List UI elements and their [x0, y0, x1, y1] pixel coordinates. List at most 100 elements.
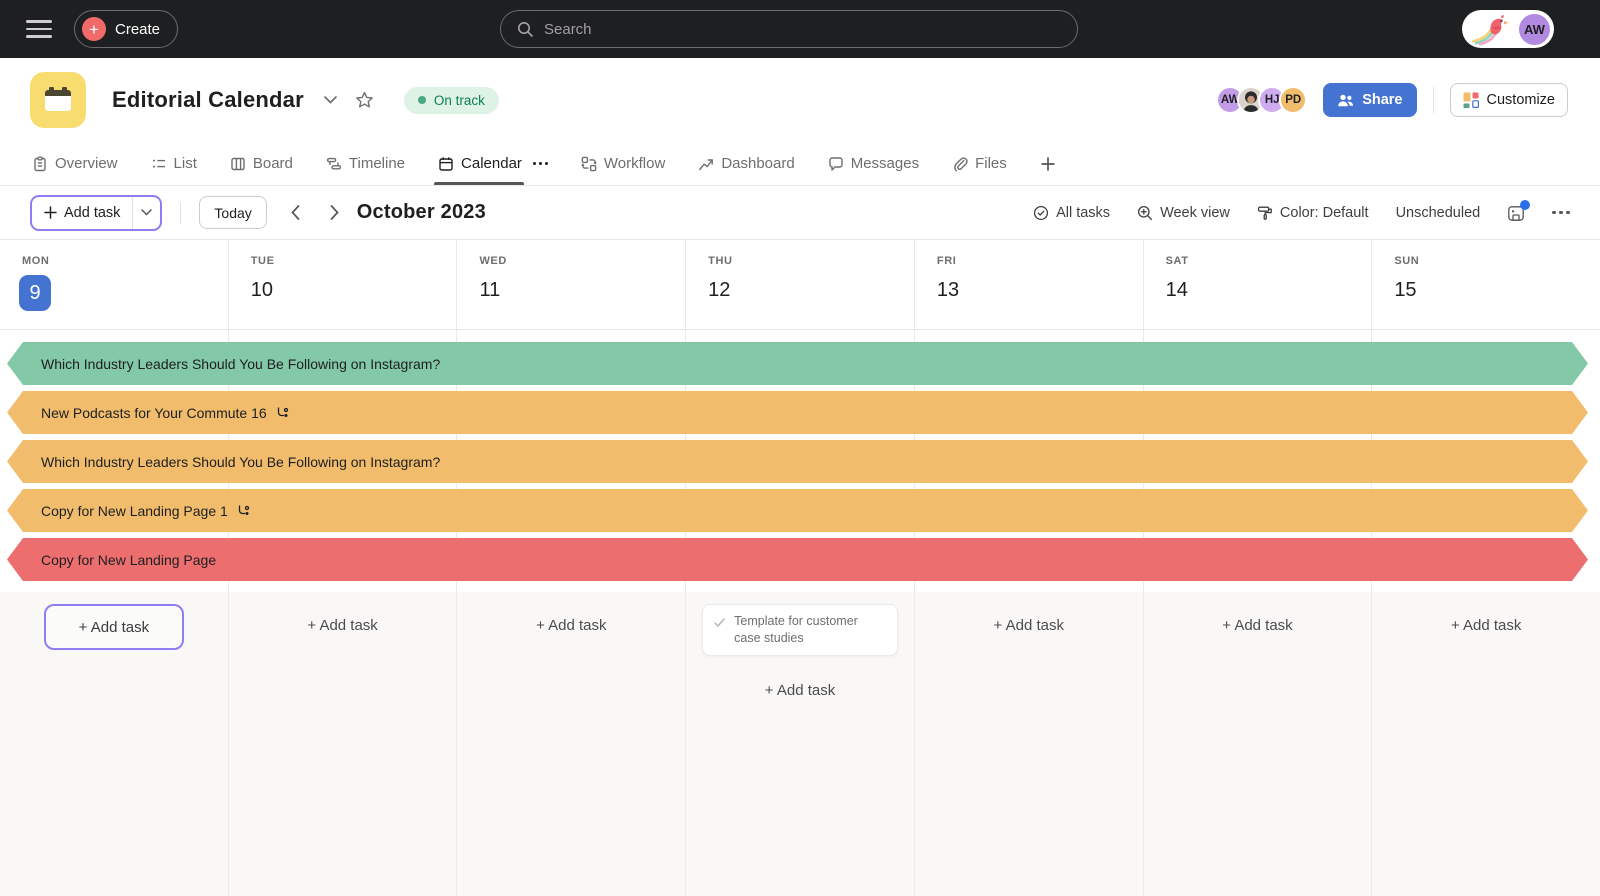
- filter-label: All tasks: [1056, 205, 1110, 221]
- tab-files[interactable]: Files: [952, 142, 1007, 185]
- day-column-thu[interactable]: Template for customer case studies + Add…: [686, 592, 915, 896]
- topbar: + Create Search AW: [0, 0, 1600, 58]
- day-date: 12: [708, 279, 914, 302]
- day-column-sun[interactable]: + Add task: [1372, 592, 1600, 896]
- filter-label: Unscheduled: [1396, 205, 1481, 221]
- day-header-sat[interactable]: SAT 14: [1144, 240, 1373, 329]
- add-task-cell-button[interactable]: + Add task: [765, 682, 835, 699]
- dashboard-icon: [698, 156, 714, 172]
- create-button[interactable]: + Create: [74, 10, 178, 48]
- tab-options-icon[interactable]: [533, 162, 548, 165]
- tab-label: Messages: [851, 155, 919, 172]
- add-task-cell-button-focused[interactable]: + Add task: [44, 604, 184, 650]
- tab-workflow[interactable]: Workflow: [581, 142, 665, 185]
- tab-label: Timeline: [349, 155, 405, 172]
- user-avatar[interactable]: AW: [1519, 14, 1550, 45]
- timeline-icon: [326, 156, 342, 172]
- share-button[interactable]: Share: [1323, 83, 1416, 117]
- tab-messages[interactable]: Messages: [828, 142, 919, 185]
- task-bar[interactable]: Copy for New Landing Page: [7, 538, 1588, 581]
- favorite-star-icon[interactable]: [355, 91, 374, 109]
- month-label: October 2023: [357, 201, 486, 224]
- task-title: New Podcasts for Your Commute 16: [41, 405, 267, 421]
- profile-menu[interactable]: AW: [1462, 10, 1554, 48]
- member-avatar[interactable]: PD: [1279, 86, 1307, 114]
- tab-dashboard[interactable]: Dashboard: [698, 142, 794, 185]
- notification-dot: [1520, 200, 1530, 210]
- next-week-button[interactable]: [330, 205, 339, 220]
- filter-color[interactable]: Color: Default: [1257, 205, 1369, 221]
- zoom-icon: [1137, 205, 1153, 221]
- add-task-cell-button[interactable]: + Add task: [307, 617, 377, 634]
- day-header-tue[interactable]: TUE 10: [229, 240, 458, 329]
- tab-label: Files: [975, 155, 1007, 172]
- status-dot-icon: [418, 96, 426, 104]
- filter-week-view[interactable]: Week view: [1137, 205, 1230, 221]
- view-tabs: Overview List Board Timeline Calendar Wo…: [0, 142, 1600, 186]
- subtask-icon: [236, 503, 251, 518]
- add-task-dropdown-button[interactable]: [133, 197, 160, 229]
- status-badge[interactable]: On track: [404, 87, 499, 114]
- template-card-label: Template for customer case studies: [734, 613, 887, 647]
- day-header-mon[interactable]: MON 9: [0, 240, 229, 329]
- add-task-split-button[interactable]: Add task: [30, 195, 162, 231]
- day-header-fri[interactable]: FRI 13: [915, 240, 1144, 329]
- workflow-icon: [581, 156, 597, 172]
- plus-icon: [1040, 156, 1056, 172]
- title-chevron-down-icon[interactable]: [324, 96, 337, 104]
- previous-week-button[interactable]: [291, 205, 300, 220]
- day-column-sat[interactable]: + Add task: [1144, 592, 1373, 896]
- customize-button-label: Customize: [1487, 92, 1556, 108]
- search-input[interactable]: Search: [500, 10, 1078, 48]
- add-task-cell-button[interactable]: + Add task: [1222, 617, 1292, 634]
- calendar-toolbar: Add task Today October 2023 All tasks We…: [0, 186, 1600, 240]
- check-circle-icon: [1033, 205, 1049, 221]
- add-task-button[interactable]: Add task: [32, 197, 133, 229]
- day-header-sun[interactable]: SUN 15: [1372, 240, 1600, 329]
- day-name: MON: [22, 255, 228, 267]
- tab-label: Calendar: [461, 155, 522, 172]
- tab-label: Workflow: [604, 155, 665, 172]
- filter-all-tasks[interactable]: All tasks: [1033, 205, 1110, 221]
- paperclip-icon: [952, 156, 968, 172]
- today-button[interactable]: Today: [199, 196, 266, 229]
- day-column-fri[interactable]: + Add task: [915, 592, 1144, 896]
- check-icon: [713, 616, 726, 629]
- tab-list[interactable]: List: [151, 142, 197, 185]
- tab-overview[interactable]: Overview: [32, 142, 118, 185]
- add-tab-button[interactable]: [1040, 156, 1056, 172]
- task-bar[interactable]: New Podcasts for Your Commute 16: [7, 391, 1588, 434]
- customize-button[interactable]: Customize: [1450, 83, 1569, 117]
- project-icon[interactable]: [30, 72, 86, 128]
- task-bar[interactable]: Copy for New Landing Page 1: [7, 489, 1588, 532]
- calendar-icon: [438, 156, 454, 172]
- more-options-button[interactable]: [1552, 211, 1570, 215]
- filter-unscheduled[interactable]: Unscheduled: [1396, 205, 1481, 221]
- task-bar[interactable]: Which Industry Leaders Should You Be Fol…: [7, 440, 1588, 483]
- member-avatars: AW HJ PD: [1216, 86, 1307, 114]
- task-title: Which Industry Leaders Should You Be Fol…: [41, 454, 440, 470]
- template-task-card[interactable]: Template for customer case studies: [702, 604, 898, 656]
- plus-icon: +: [82, 17, 106, 41]
- day-column-tue[interactable]: + Add task: [229, 592, 458, 896]
- day-header-thu[interactable]: THU 12: [686, 240, 915, 329]
- day-header-wed[interactable]: WED 11: [457, 240, 686, 329]
- day-column-mon[interactable]: + Add task: [0, 592, 229, 896]
- add-task-cell-button[interactable]: + Add task: [994, 617, 1064, 634]
- day-date: 15: [1394, 279, 1600, 302]
- status-badge-label: On track: [434, 93, 485, 108]
- day-date: 14: [1166, 279, 1372, 302]
- day-column-wed[interactable]: + Add task: [457, 592, 686, 896]
- sidebar-toggle-button[interactable]: [26, 20, 52, 38]
- day-name: SUN: [1394, 255, 1600, 267]
- day-name: THU: [708, 255, 914, 267]
- add-task-cell-button[interactable]: + Add task: [1451, 617, 1521, 634]
- save-view-button[interactable]: [1507, 204, 1525, 222]
- week-navigation: [291, 205, 339, 220]
- task-bar[interactable]: Which Industry Leaders Should You Be Fol…: [7, 342, 1588, 385]
- tab-board[interactable]: Board: [230, 142, 293, 185]
- tab-timeline[interactable]: Timeline: [326, 142, 405, 185]
- tab-calendar[interactable]: Calendar: [438, 142, 548, 185]
- add-task-cell-button[interactable]: + Add task: [536, 617, 606, 634]
- task-title: Which Industry Leaders Should You Be Fol…: [41, 356, 440, 372]
